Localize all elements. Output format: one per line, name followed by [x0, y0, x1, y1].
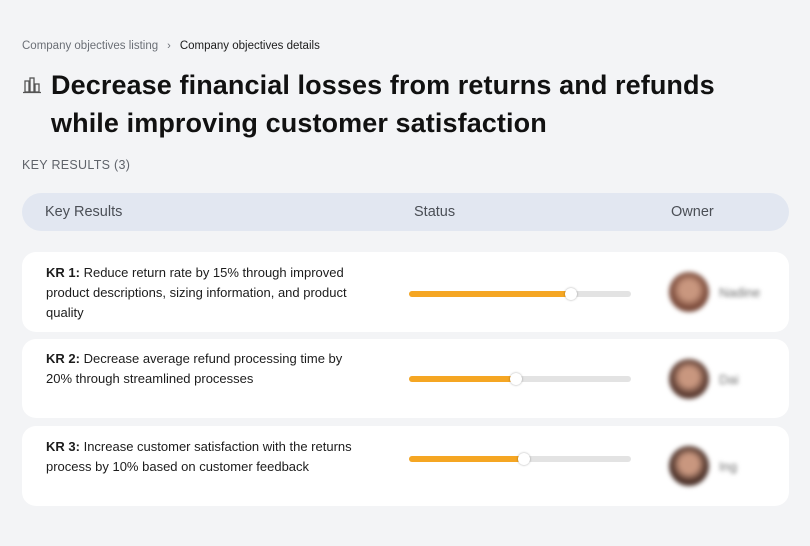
progress-fill — [409, 291, 572, 297]
chevron-right-icon: › — [167, 40, 171, 52]
progress-knob[interactable] — [509, 373, 522, 385]
progress-bar — [409, 288, 631, 300]
owner-name: Ing — [719, 458, 738, 474]
progress-fill — [409, 456, 525, 462]
key-result-prefix: KR 1: — [46, 265, 80, 280]
key-results-count-label: KEY RESULTS (3) — [22, 158, 131, 172]
page: Company objectives listing › Company obj… — [0, 0, 810, 546]
key-result-description: KR 2: Decrease average refund processing… — [46, 349, 356, 389]
owner-cell[interactable]: Ing — [669, 446, 737, 486]
column-header-key-results: Key Results — [45, 204, 123, 220]
key-result-text: Increase customer satisfaction with the … — [46, 439, 352, 474]
key-result-prefix: KR 2: — [46, 351, 80, 366]
progress-knob[interactable] — [518, 453, 531, 465]
progress-knob[interactable] — [565, 288, 578, 300]
key-result-row[interactable]: KR 1: Reduce return rate by 15% through … — [22, 252, 789, 332]
key-result-prefix: KR 3: — [46, 439, 80, 454]
owner-cell[interactable]: Dai — [669, 359, 739, 399]
avatar — [669, 446, 709, 486]
key-result-text: Reduce return rate by 15% through improv… — [46, 265, 347, 320]
breadcrumb: Company objectives listing › Company obj… — [22, 40, 320, 52]
key-result-description: KR 3: Increase customer satisfaction wit… — [46, 437, 356, 477]
key-result-text: Decrease average refund processing time … — [46, 351, 343, 386]
avatar — [669, 359, 709, 399]
page-header: Decrease financial losses from returns a… — [22, 66, 770, 142]
key-result-row[interactable]: KR 3: Increase customer satisfaction wit… — [22, 426, 789, 506]
progress-bar — [409, 453, 631, 465]
breadcrumb-parent-link[interactable]: Company objectives listing — [22, 40, 158, 52]
progress-bar — [409, 373, 631, 385]
column-header-status: Status — [414, 204, 456, 220]
building-chart-icon — [23, 77, 41, 94]
breadcrumb-current: Company objectives details — [179, 40, 320, 52]
key-result-row[interactable]: KR 2: Decrease average refund processing… — [22, 339, 789, 418]
page-title: Decrease financial losses from returns a… — [51, 70, 715, 138]
avatar — [669, 272, 709, 312]
owner-name: Nadine — [719, 284, 761, 300]
table-header: Key Results Status Owner — [22, 193, 789, 231]
column-header-owner: Owner — [671, 204, 714, 220]
key-result-description: KR 1: Reduce return rate by 15% through … — [46, 263, 356, 323]
progress-fill — [409, 376, 516, 382]
owner-cell[interactable]: Nadine — [669, 272, 760, 312]
owner-name: Dai — [719, 371, 739, 387]
